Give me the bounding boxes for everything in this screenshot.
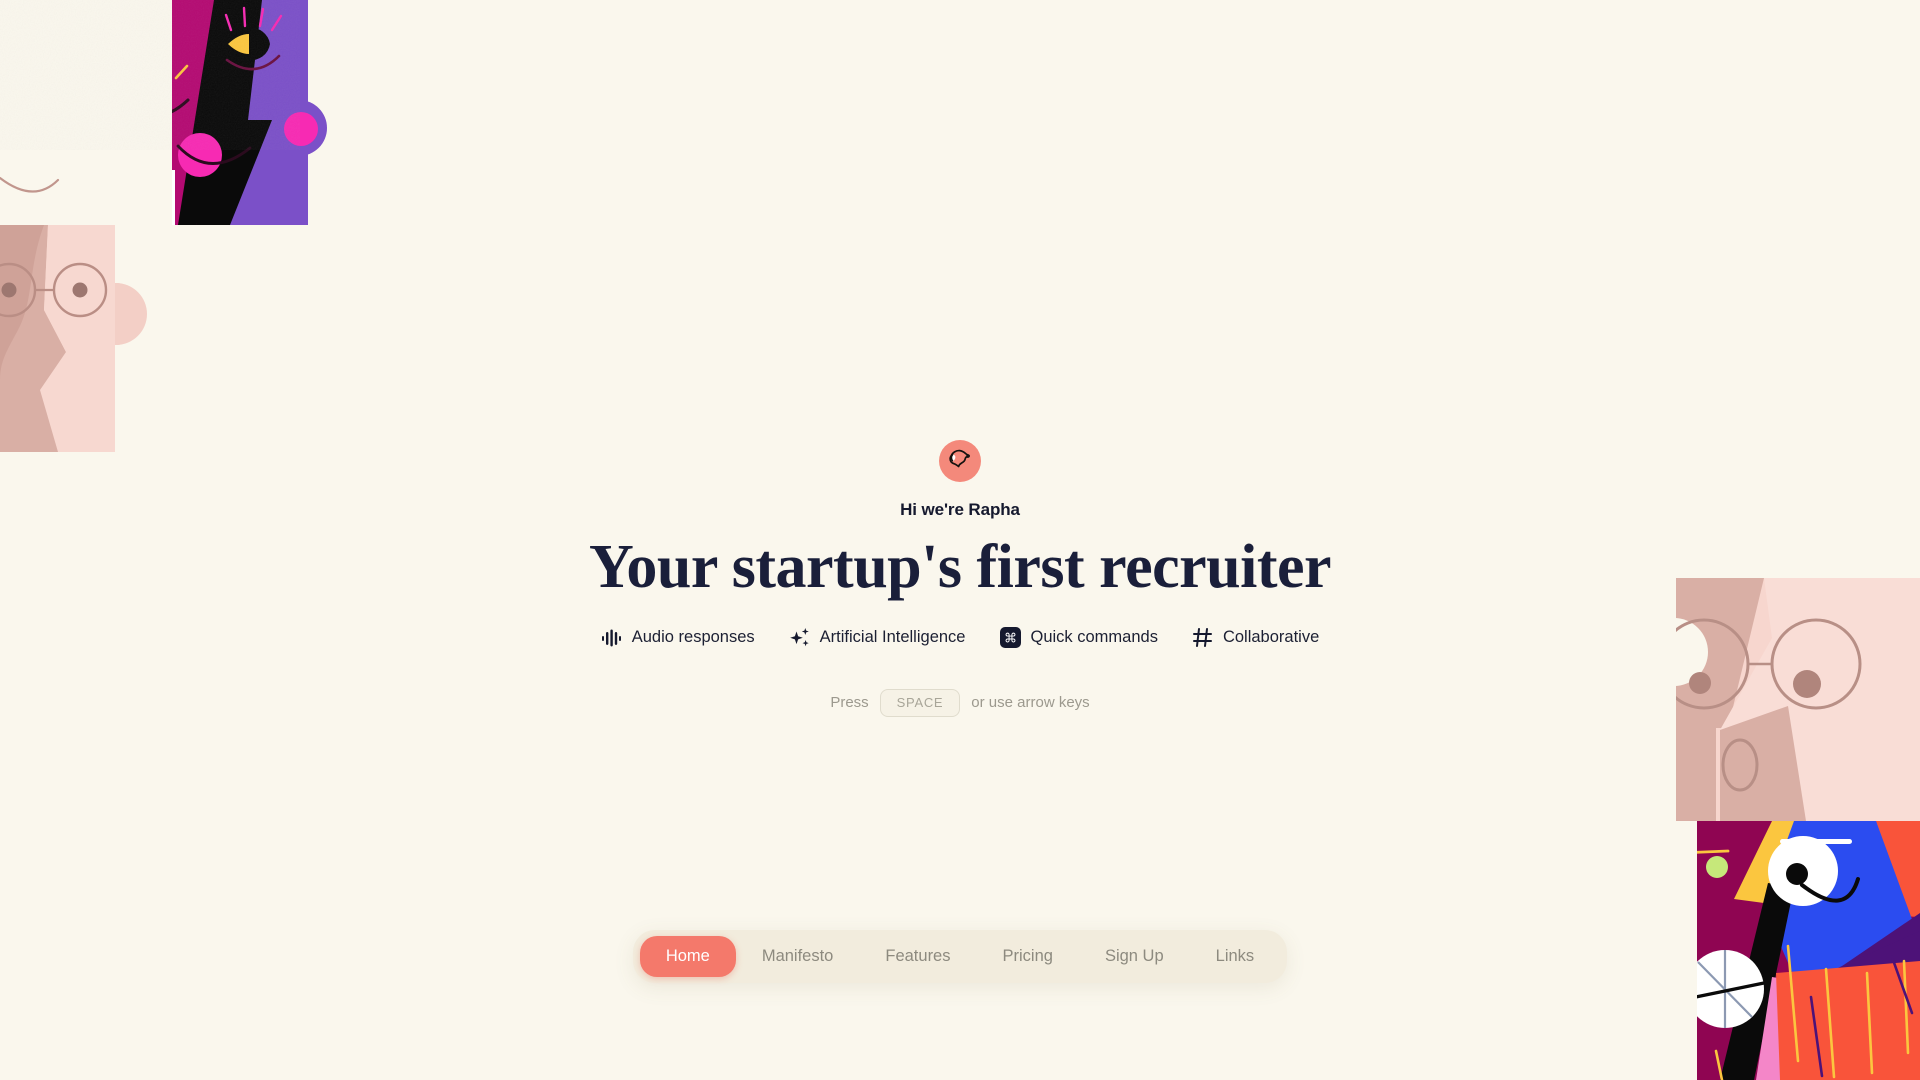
audio-waveform-icon: [601, 627, 623, 649]
page-title: Your startup's first recruiter: [588, 533, 1332, 601]
feature-artificial-intelligence: Artificial Intelligence: [789, 627, 966, 649]
bottom-navigation-wrapper: Home Manifesto Features Pricing Sign Up …: [0, 930, 1920, 983]
nav-item-home[interactable]: Home: [639, 936, 736, 977]
feature-quick-commands: ⌘ Quick commands: [999, 627, 1158, 649]
nav-item-pricing[interactable]: Pricing: [977, 936, 1079, 977]
nav-item-features[interactable]: Features: [859, 936, 976, 977]
feature-audio-responses: Audio responses: [601, 627, 755, 649]
svg-text:⌘: ⌘: [1004, 632, 1017, 647]
feature-label: Artificial Intelligence: [819, 628, 966, 647]
feature-list: Audio responses Artificial Intelligence …: [0, 627, 1920, 649]
nav-item-manifesto[interactable]: Manifesto: [736, 936, 860, 977]
hint-suffix: or use arrow keys: [971, 694, 1090, 712]
feature-collaborative: Collaborative: [1192, 627, 1319, 649]
command-key-icon: ⌘: [999, 627, 1021, 649]
hero-eyebrow: Hi we're Rapha: [900, 500, 1020, 519]
hash-icon: [1192, 627, 1214, 649]
rapha-logo-badge: [939, 440, 981, 482]
feature-label: Audio responses: [631, 628, 755, 647]
hero-section: Hi we're Rapha Your startup's first recr…: [0, 440, 1920, 717]
hint-prefix: Press: [830, 694, 869, 712]
feature-label: Quick commands: [1030, 628, 1158, 647]
bottom-navigation: Home Manifesto Features Pricing Sign Up …: [632, 930, 1288, 983]
keyboard-hint: Press SPACE or use arrow keys: [0, 688, 1920, 717]
artwork-bottom-left: [0, 0, 172, 452]
nav-item-sign-up[interactable]: Sign Up: [1079, 936, 1190, 977]
dog-head-icon: [947, 446, 973, 477]
sparkles-icon: [789, 627, 811, 649]
space-key-badge[interactable]: SPACE: [879, 688, 961, 717]
nav-item-links[interactable]: Links: [1190, 936, 1281, 977]
feature-label: Collaborative: [1222, 628, 1320, 647]
